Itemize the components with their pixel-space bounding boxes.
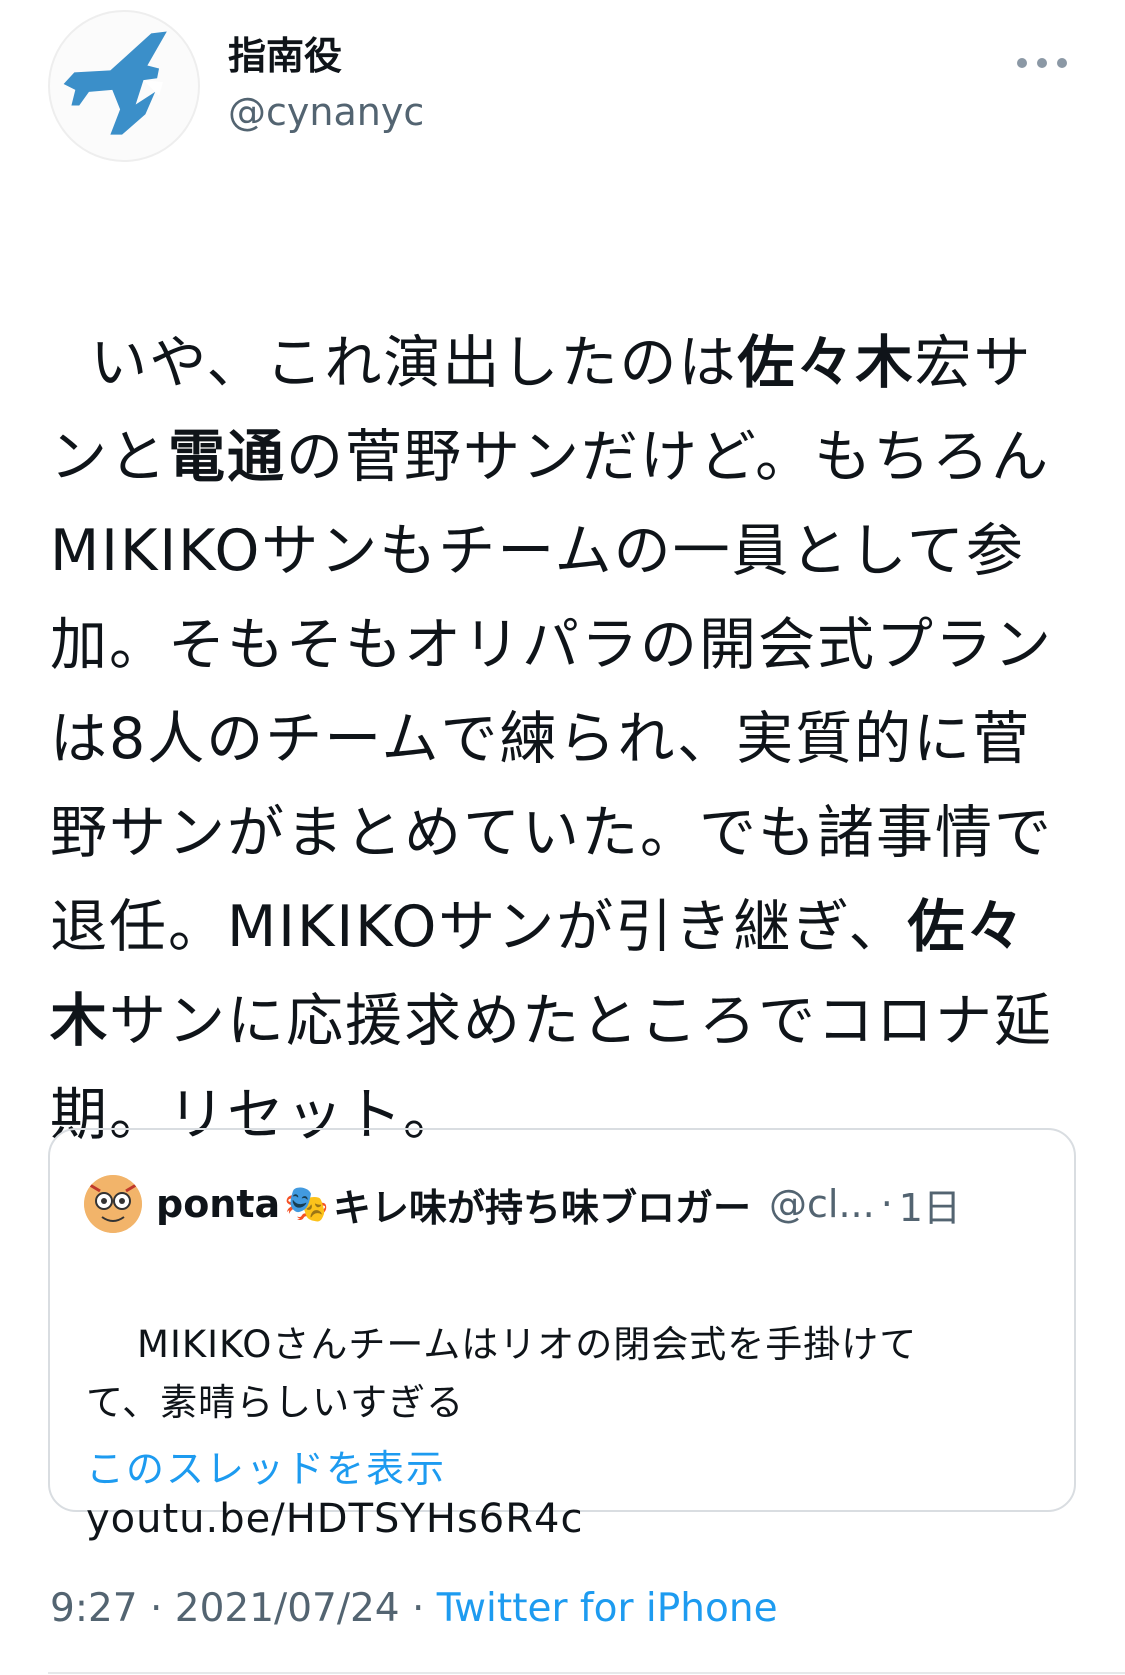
tweet-text: いや、これ演出したのは佐々木宏サンと電通の菅野サンだけど。もちろんMIKIKOサ… [50,222,1080,1162]
author-names: 指南役 @cynanyc [228,32,424,136]
author-display-name[interactable]: 指南役 [228,32,424,80]
tweet-source-link[interactable]: Twitter for iPhone [437,1586,778,1631]
quoted-tweet-card[interactable]: ponta 🎭 キレ味が持ち味ブロガー @cl... · 1日 MIKIKOさん… [48,1128,1076,1542]
meta-separator: · [399,1586,437,1631]
tweet-text-bold: 電通 [168,424,286,490]
quoted-author-avatar[interactable] [84,1175,142,1233]
tweet-text-segment: サンに応援求めたところでコロナ延期。リセット。 [50,988,1053,1148]
airplane-logo-icon [63,31,167,135]
author-avatar[interactable] [48,10,200,162]
more-options-icon [1017,58,1067,68]
divider [48,1672,1125,1674]
quoted-separator: · [880,1182,893,1226]
quoted-timestamp: 1日 [898,1185,961,1230]
quoted-tweet-header: ponta 🎭 キレ味が持ち味ブロガー @cl... · 1日 [84,1174,1044,1234]
quoted-author-handle[interactable]: @cl... [769,1182,875,1226]
tweet-date: 2021/07/24 [174,1586,400,1631]
tweet-time: 9:27 [50,1586,138,1631]
meta-separator: · [137,1586,175,1631]
tweet-text-segment: いや、これ演出したのは [90,330,738,396]
quoted-author-emoji: 🎭 [284,1184,329,1225]
quoted-author-name-suffix[interactable]: キレ味が持ち味ブロガー [333,1177,751,1232]
tweet-header: 指南役 @cynanyc [48,10,1078,165]
cartoon-avatar-icon [84,1175,142,1233]
quoted-tweet-link[interactable]: youtu.be/HDTSYHs6R4c [86,1490,986,1548]
tweet-meta: 9:27 · 2021/07/24 · Twitter for iPhone [50,1586,778,1631]
more-options-button[interactable] [1014,48,1070,78]
author-handle[interactable]: @cynanyc [228,88,424,136]
quoted-author-name[interactable]: ponta [156,1182,280,1226]
tweet-text-segment: の菅野サンだけど。もちろんMIKIKOサンもチームの一員として参加。そもそもオリ… [50,424,1053,960]
show-thread-link[interactable]: このスレッドを表示 [86,1438,446,1493]
tweet-text-bold: 佐々木 [737,330,915,396]
quoted-text-body: MIKIKOさんチームはリオの閉会式を手掛けて て、素晴らしいすぎる [86,1323,918,1424]
